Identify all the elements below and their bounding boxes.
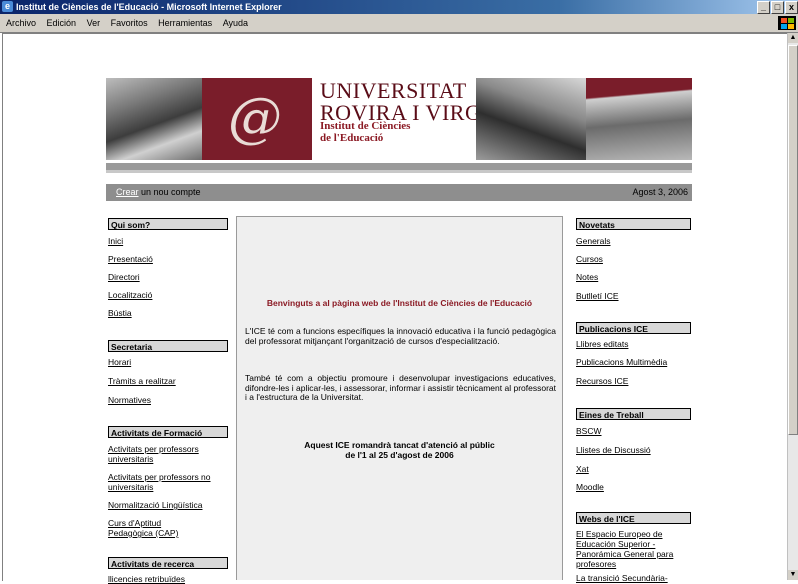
- windows-logo-icon: [778, 16, 796, 30]
- menu-ayuda[interactable]: Ayuda: [223, 18, 248, 28]
- header-divider-light: [106, 170, 692, 173]
- link-activitats-no-universitaris[interactable]: Activitats per professors no universitar…: [108, 472, 226, 492]
- section-header-recerca: Activitats de recerca: [108, 557, 228, 569]
- welcome-heading: Benvinguts a al pàgina web de l'Institut…: [266, 298, 533, 308]
- left-sidebar: Qui som? Inici Presentació Directori Loc…: [108, 218, 228, 584]
- institute-name: Institut de Ciències de l'Educació: [320, 120, 410, 144]
- create-account-text: un nou compte: [138, 187, 201, 197]
- section-header-publicacions: Publicacions ICE: [576, 322, 691, 334]
- right-sidebar: Novetats Generals Cursos Notes Butlletí …: [576, 218, 691, 583]
- link-inici[interactable]: Inici: [108, 236, 123, 246]
- section-header-novetats: Novetats: [576, 218, 691, 230]
- link-recursos-ice[interactable]: Recursos ICE: [576, 376, 628, 386]
- account-bar: Crear un nou compte Agost 3, 2006: [106, 184, 692, 201]
- scroll-down-icon[interactable]: ▼: [788, 570, 798, 580]
- section-header-webs: Webs de l'ICE: [576, 512, 691, 524]
- header-photo-left: [106, 78, 202, 160]
- link-llistes-discussio[interactable]: Llistes de Discussió: [576, 445, 651, 455]
- close-button[interactable]: x: [785, 1, 798, 14]
- link-cursos[interactable]: Cursos: [576, 254, 603, 264]
- section-header-secretaria: Secretaria: [108, 340, 228, 352]
- main-content: Benvinguts a al pàgina web de l'Institut…: [236, 216, 563, 580]
- link-generals[interactable]: Generals: [576, 236, 611, 246]
- mission-paragraph: També té com a objectiu promoure i desen…: [245, 373, 556, 402]
- window-title: Institut de Ciències de l'Educació - Mic…: [16, 2, 282, 12]
- section-header-eines: Eines de Treball: [576, 408, 691, 420]
- urv-logo-glyph: @: [228, 86, 282, 149]
- menu-edicion[interactable]: Edición: [47, 18, 77, 28]
- menu-ver[interactable]: Ver: [87, 18, 101, 28]
- intro-paragraph: L'ICE té com a funcions específiques la …: [245, 326, 556, 346]
- link-transicio-secundaria[interactable]: La transició Secundària-: [576, 573, 668, 583]
- create-account: Crear un nou compte: [116, 184, 201, 201]
- link-tramits[interactable]: Tràmits a realitzar: [108, 376, 176, 386]
- menu-archivo[interactable]: Archivo: [6, 18, 36, 28]
- link-normatives[interactable]: Normatives: [108, 395, 151, 405]
- urv-logo: @: [202, 78, 312, 160]
- section-header-qui-som: Qui som?: [108, 218, 228, 230]
- scroll-up-icon[interactable]: ▲: [788, 33, 798, 43]
- section-header-formacio: Activitats de Formació: [108, 426, 228, 438]
- link-notes[interactable]: Notes: [576, 272, 598, 282]
- link-directori[interactable]: Directori: [108, 272, 140, 282]
- minimize-button[interactable]: _: [757, 1, 770, 14]
- menu-bar: Archivo Edición Ver Favoritos Herramient…: [0, 14, 798, 33]
- internet-explorer-icon: e: [2, 1, 13, 12]
- site-header: @ UNIVERSITAT ROVIRA I VIRGILI Institut …: [106, 78, 692, 168]
- link-bustia[interactable]: Bústia: [108, 308, 132, 318]
- link-moodle[interactable]: Moodle: [576, 482, 604, 492]
- link-activitats-universitaris[interactable]: Activitats per professors universitaris: [108, 444, 226, 464]
- closure-notice-line2: de l'1 al 25 d'agost de 2006: [345, 450, 454, 460]
- header-divider: [106, 163, 692, 170]
- window-titlebar: e Institut de Ciències de l'Educació - M…: [0, 0, 798, 14]
- maximize-button[interactable]: □: [771, 1, 784, 14]
- closure-notice: Aquest ICE romandrà tancat d'atenció al …: [237, 440, 562, 460]
- institute-name-line1: Institut de Ciències: [320, 120, 411, 132]
- link-normalitzacio[interactable]: Normalització Lingüística: [108, 500, 202, 510]
- link-butlleti-ice[interactable]: Butlletí ICE: [576, 291, 619, 301]
- link-bscw[interactable]: BSCW: [576, 426, 602, 436]
- link-horari[interactable]: Horari: [108, 357, 131, 367]
- link-llicencies[interactable]: llicencies retribuïdes: [108, 574, 185, 584]
- header-photo-right: [586, 78, 692, 160]
- create-account-link[interactable]: Crear: [116, 187, 139, 197]
- institute-name-line2: de l'Educació: [320, 132, 384, 144]
- menu-favoritos[interactable]: Favoritos: [111, 18, 148, 28]
- link-curs-cap[interactable]: Curs d'Aptitud Pedagògica (CAP): [108, 518, 208, 538]
- link-localitzacio[interactable]: Localització: [108, 290, 152, 300]
- link-espacio-europeo[interactable]: El Espacio Europeo de Educación Superior…: [576, 529, 690, 569]
- link-llibres-editats[interactable]: Llibres editats: [576, 339, 628, 349]
- vertical-scrollbar[interactable]: ▲ ▼: [787, 33, 798, 580]
- current-date: Agost 3, 2006: [632, 187, 688, 197]
- link-presentacio[interactable]: Presentació: [108, 254, 153, 264]
- link-publicacions-multimedia[interactable]: Publicacions Multimèdia: [576, 357, 667, 367]
- link-xat[interactable]: Xat: [576, 464, 589, 474]
- menu-herramientas[interactable]: Herramientas: [158, 18, 212, 28]
- scroll-thumb[interactable]: [788, 45, 798, 435]
- header-photo-middle: [476, 78, 586, 160]
- closure-notice-line1: Aquest ICE romandrà tancat d'atenció al …: [304, 440, 495, 450]
